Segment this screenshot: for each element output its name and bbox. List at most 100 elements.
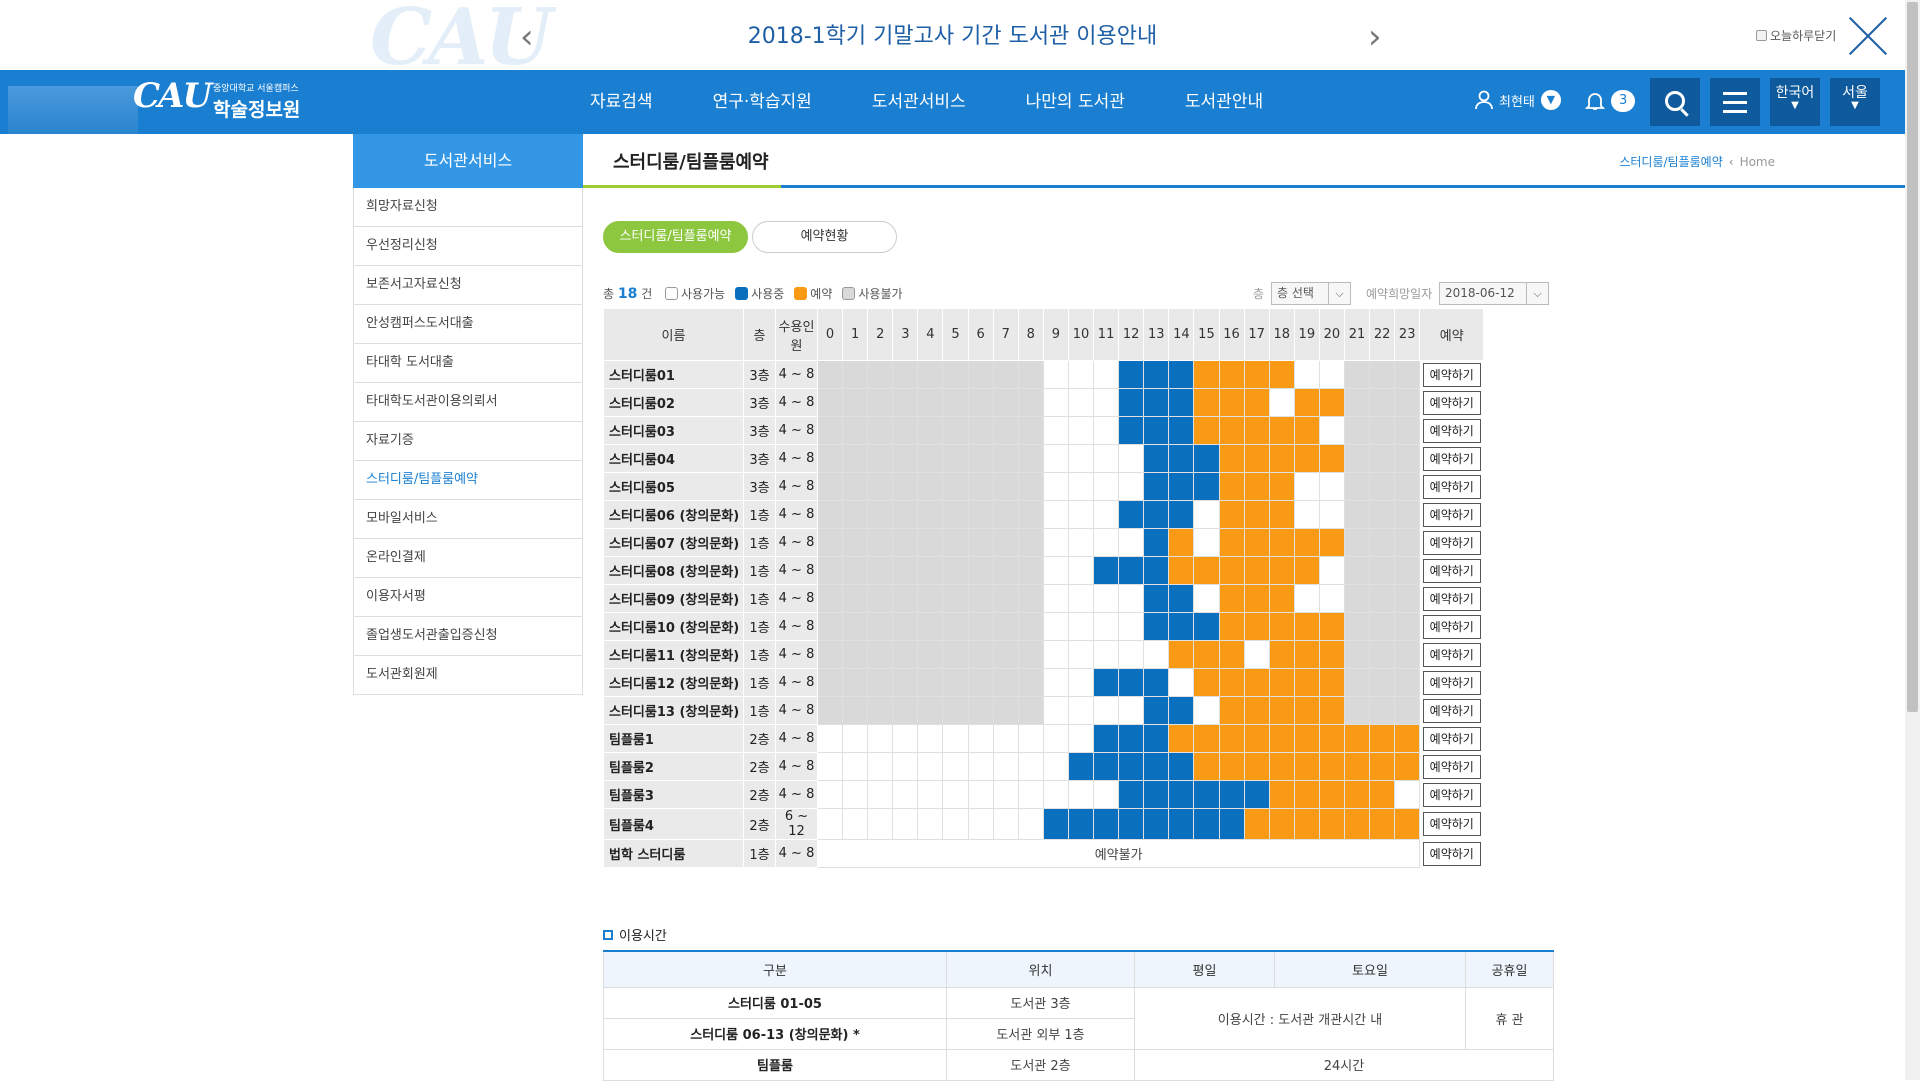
tab-reservation[interactable]: 스터디룸/팀플룸예약 — [603, 221, 748, 253]
reserve-button[interactable]: 예약하기 — [1422, 698, 1481, 723]
slot-available[interactable] — [967, 752, 994, 781]
slot-available[interactable] — [1042, 528, 1069, 557]
slot-available[interactable] — [1118, 612, 1145, 641]
slot-available[interactable] — [1118, 696, 1145, 725]
slot-available[interactable] — [1067, 528, 1095, 557]
lnb-item[interactable]: 도서관회원제 — [353, 656, 583, 695]
slot-available[interactable] — [1067, 780, 1095, 809]
nav-item[interactable]: 도서관서비스 — [842, 70, 996, 134]
slot-available[interactable] — [1318, 556, 1345, 585]
slot-available[interactable] — [1017, 808, 1044, 840]
menu-button[interactable] — [1710, 78, 1760, 126]
slot-available[interactable] — [1042, 612, 1069, 641]
reserve-button[interactable]: 예약하기 — [1422, 558, 1481, 583]
slot-available[interactable] — [1318, 416, 1345, 445]
slot-available[interactable] — [1067, 416, 1095, 445]
reserve-button[interactable]: 예약하기 — [1422, 841, 1481, 866]
slot-available[interactable] — [816, 752, 844, 781]
slot-available[interactable] — [1318, 360, 1345, 389]
slot-available[interactable] — [1318, 500, 1345, 529]
slot-available[interactable] — [1042, 416, 1069, 445]
slot-available[interactable] — [842, 752, 869, 781]
language-select[interactable]: 한국어 ▼ — [1770, 78, 1820, 126]
slot-available[interactable] — [1042, 780, 1069, 809]
slot-available[interactable] — [1017, 780, 1044, 809]
scrollbar[interactable] — [1905, 0, 1920, 1080]
reserve-button[interactable]: 예약하기 — [1422, 446, 1481, 471]
today-close-checkbox[interactable] — [1756, 30, 1767, 41]
slot-available[interactable] — [917, 808, 944, 840]
lnb-item[interactable]: 온라인결제 — [353, 539, 583, 578]
search-button[interactable] — [1650, 78, 1700, 126]
slot-available[interactable] — [992, 752, 1019, 781]
reserve-button[interactable]: 예약하기 — [1422, 726, 1481, 751]
slot-available[interactable] — [867, 780, 894, 809]
slot-available[interactable] — [816, 808, 844, 840]
reserve-button[interactable]: 예약하기 — [1422, 642, 1481, 667]
slot-available[interactable] — [1042, 724, 1069, 753]
reserve-button[interactable]: 예약하기 — [1422, 754, 1481, 779]
slot-available[interactable] — [1093, 388, 1120, 417]
notice-today-close[interactable]: 오늘하루닫기 — [1756, 27, 1836, 44]
breadcrumb-current[interactable]: 스터디룸/팀플룸예약 — [1619, 153, 1722, 170]
slot-available[interactable] — [842, 808, 869, 840]
slot-available[interactable] — [1017, 724, 1044, 753]
slot-available[interactable] — [892, 724, 919, 753]
reserve-button[interactable]: 예약하기 — [1422, 586, 1481, 611]
notice-next-arrow-icon[interactable]: › — [1368, 20, 1382, 54]
reserve-button[interactable]: 예약하기 — [1422, 502, 1481, 527]
slot-available[interactable] — [1093, 444, 1120, 473]
chevron-down-icon[interactable]: ▼ — [1540, 90, 1561, 110]
slot-available[interactable] — [1118, 444, 1145, 473]
slot-available[interactable] — [1093, 780, 1120, 809]
slot-available[interactable] — [1168, 668, 1195, 697]
reserve-button[interactable]: 예약하기 — [1422, 474, 1481, 499]
slot-available[interactable] — [1042, 388, 1069, 417]
slot-available[interactable] — [1067, 556, 1095, 585]
slot-available[interactable] — [917, 724, 944, 753]
slot-available[interactable] — [1118, 584, 1145, 613]
nav-item[interactable]: 나만의 도서관 — [996, 70, 1155, 134]
slot-available[interactable] — [867, 724, 894, 753]
user-menu[interactable]: 최현태 ▼ — [1475, 90, 1561, 110]
lnb-item[interactable]: 타대학도서관이용의뢰서 — [353, 383, 583, 422]
slot-available[interactable] — [1042, 360, 1069, 389]
slot-available[interactable] — [867, 808, 894, 840]
slot-available[interactable] — [816, 724, 844, 753]
slot-available[interactable] — [1067, 612, 1095, 641]
lnb-item[interactable]: 우선정리신청 — [353, 227, 583, 266]
slot-available[interactable] — [1193, 696, 1220, 725]
slot-available[interactable] — [1193, 528, 1220, 557]
reserve-button[interactable]: 예약하기 — [1422, 362, 1481, 387]
slot-available[interactable] — [1067, 388, 1095, 417]
slot-available[interactable] — [867, 752, 894, 781]
floor-select[interactable]: 층 선택 ⌵ — [1271, 282, 1351, 305]
slot-available[interactable] — [992, 808, 1019, 840]
date-picker[interactable]: 2018-06-12 ⌵ — [1439, 282, 1549, 305]
slot-available[interactable] — [1243, 640, 1270, 669]
slot-available[interactable] — [1093, 696, 1120, 725]
campus-select[interactable]: 서울 ▼ — [1830, 78, 1880, 126]
slot-available[interactable] — [1042, 668, 1069, 697]
breadcrumb-home[interactable]: Home — [1740, 155, 1775, 169]
slot-available[interactable] — [1093, 416, 1120, 445]
slot-available[interactable] — [1093, 612, 1120, 641]
lnb-item[interactable]: 모바일서비스 — [353, 500, 583, 539]
slot-available[interactable] — [1318, 472, 1345, 501]
slot-available[interactable] — [1067, 444, 1095, 473]
slot-available[interactable] — [942, 724, 969, 753]
slot-available[interactable] — [942, 780, 969, 809]
slot-available[interactable] — [892, 780, 919, 809]
reserve-button[interactable]: 예약하기 — [1422, 418, 1481, 443]
slot-available[interactable] — [942, 752, 969, 781]
slot-available[interactable] — [892, 808, 919, 840]
slot-available[interactable] — [1093, 584, 1120, 613]
lnb-item[interactable]: 희망자료신청 — [353, 188, 583, 227]
slot-available[interactable] — [1394, 780, 1421, 809]
slot-available[interactable] — [1067, 584, 1095, 613]
slot-available[interactable] — [1143, 640, 1170, 669]
notifications[interactable]: 3 — [1585, 90, 1636, 112]
slot-available[interactable] — [1067, 360, 1095, 389]
slot-available[interactable] — [1118, 528, 1145, 557]
lnb-item[interactable]: 이용자서평 — [353, 578, 583, 617]
